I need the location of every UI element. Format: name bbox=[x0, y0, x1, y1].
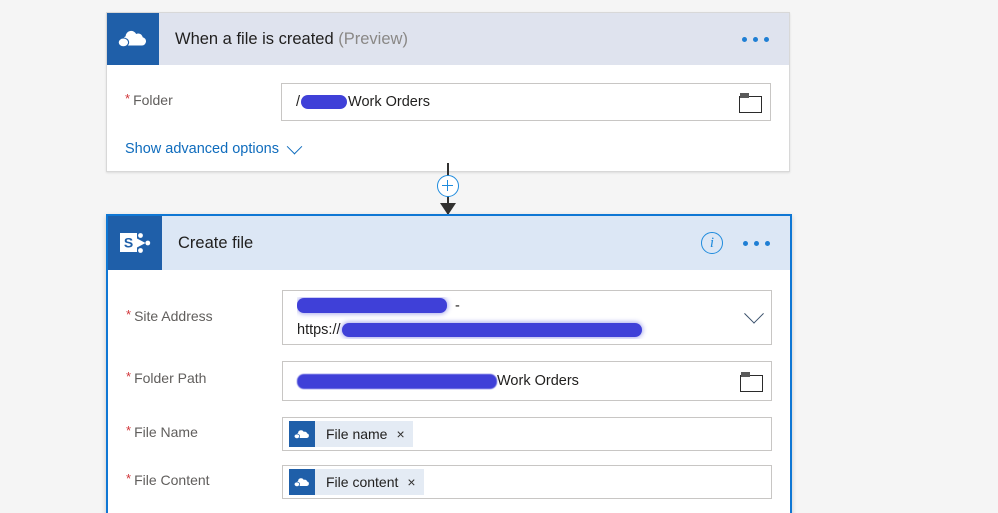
file-name-input[interactable]: File name × bbox=[282, 417, 772, 451]
field-label-file-content: * File Content bbox=[126, 465, 282, 488]
onedrive-cloud-icon bbox=[107, 13, 159, 65]
file-content-input[interactable]: File content × bbox=[282, 465, 772, 499]
site-address-line-1: - bbox=[297, 297, 747, 315]
field-label-site-address: * Site Address bbox=[126, 290, 282, 324]
redaction-mark bbox=[297, 298, 447, 313]
svg-text:S: S bbox=[124, 235, 133, 251]
chevron-down-icon bbox=[286, 138, 303, 154]
ellipsis-dot bbox=[753, 36, 758, 42]
trigger-card-title: When a file is created (Preview) bbox=[175, 30, 408, 49]
action-card-body: * Site Address - https:// * Folder Path … bbox=[108, 270, 790, 513]
field-label-text: Site Address bbox=[134, 308, 213, 324]
action-title-text: Create file bbox=[178, 233, 254, 252]
folder-input-value: / Work Orders bbox=[296, 94, 430, 110]
ellipsis-dot bbox=[754, 240, 759, 246]
field-row-folder: * Folder / Work Orders bbox=[125, 83, 771, 121]
field-row-file-content: * File Content File content × bbox=[126, 465, 772, 499]
ellipsis-dot bbox=[764, 36, 769, 42]
action-header-actions: i bbox=[701, 232, 790, 254]
info-circle-icon[interactable]: i bbox=[701, 232, 723, 254]
field-label-text: Folder Path bbox=[134, 370, 207, 386]
field-row-file-name: * File Name File name × bbox=[126, 417, 772, 451]
site-address-inner: - https:// bbox=[283, 291, 771, 344]
trigger-card-when-a-file-is-created[interactable]: When a file is created (Preview) * Folder… bbox=[106, 12, 790, 172]
site-address-dropdown[interactable]: - https:// bbox=[282, 290, 772, 345]
ellipsis-dot bbox=[765, 240, 770, 246]
trigger-title-preview-tag: (Preview) bbox=[338, 29, 408, 48]
sharepoint-icon: S bbox=[108, 216, 162, 270]
folder-value-suffix: Work Orders bbox=[348, 94, 430, 110]
folder-picker-icon[interactable] bbox=[739, 93, 762, 113]
required-asterisk: * bbox=[126, 423, 132, 438]
onedrive-cloud-icon bbox=[289, 421, 315, 447]
action-card-create-file[interactable]: S Create file i * Site Address - https:/… bbox=[106, 214, 792, 513]
action-card-title: Create file bbox=[178, 234, 253, 253]
site-address-url-prefix: https:// bbox=[297, 321, 341, 338]
required-asterisk: * bbox=[126, 369, 132, 384]
action-card-header[interactable]: S Create file i bbox=[108, 216, 790, 270]
trigger-title-text: When a file is created bbox=[175, 29, 334, 48]
dynamic-content-token-file-content[interactable]: File content × bbox=[289, 469, 424, 495]
folder-path-value: Work Orders bbox=[297, 373, 579, 389]
plus-circle-icon[interactable] bbox=[437, 175, 459, 197]
site-address-line-2: https:// bbox=[297, 321, 747, 339]
field-label-text: File Name bbox=[134, 424, 198, 440]
field-label-folder-path: * Folder Path bbox=[126, 361, 282, 386]
flow-connector bbox=[437, 163, 459, 215]
token-label: File name bbox=[326, 426, 388, 442]
redaction-mark bbox=[301, 95, 348, 110]
field-row-site-address: * Site Address - https:// bbox=[126, 290, 772, 345]
folder-input[interactable]: / Work Orders bbox=[281, 83, 771, 121]
required-asterisk: * bbox=[126, 307, 132, 322]
redaction-mark bbox=[341, 322, 642, 337]
required-asterisk: * bbox=[126, 471, 132, 486]
close-icon[interactable]: × bbox=[396, 427, 404, 441]
trigger-header-actions bbox=[740, 33, 789, 46]
show-advanced-options-link[interactable]: Show advanced options bbox=[125, 138, 303, 157]
token-label: File content bbox=[326, 474, 399, 490]
ellipsis-dot bbox=[743, 240, 748, 246]
chevron-down-icon[interactable] bbox=[744, 303, 764, 324]
ellipsis-icon[interactable] bbox=[740, 33, 771, 46]
required-asterisk: * bbox=[125, 91, 131, 106]
folder-value-prefix: / bbox=[296, 94, 301, 110]
onedrive-cloud-icon bbox=[289, 469, 315, 495]
trigger-card-header[interactable]: When a file is created (Preview) bbox=[107, 13, 789, 65]
site-address-line1-suffix: - bbox=[455, 297, 460, 314]
redaction-mark bbox=[297, 373, 497, 389]
folder-picker-icon[interactable] bbox=[740, 372, 763, 392]
folder-path-suffix: Work Orders bbox=[497, 373, 579, 389]
field-row-folder-path: * Folder Path Work Orders bbox=[126, 361, 772, 401]
close-icon[interactable]: × bbox=[407, 475, 415, 489]
dynamic-content-token-file-name[interactable]: File name × bbox=[289, 421, 413, 447]
ellipsis-icon[interactable] bbox=[741, 237, 772, 250]
field-label-text: Folder bbox=[133, 92, 173, 108]
site-address-value: - https:// bbox=[297, 297, 747, 339]
trigger-card-body: * Folder / Work Orders Show advanced optio… bbox=[107, 65, 789, 171]
show-advanced-options-label: Show advanced options bbox=[125, 141, 279, 157]
flow-designer-canvas: When a file is created (Preview) * Folder… bbox=[0, 0, 998, 513]
folder-path-input[interactable]: Work Orders bbox=[282, 361, 772, 401]
field-label-folder: * Folder bbox=[125, 83, 281, 108]
field-label-file-name: * File Name bbox=[126, 417, 282, 440]
field-label-text: File Content bbox=[134, 472, 210, 488]
ellipsis-dot bbox=[742, 36, 747, 42]
